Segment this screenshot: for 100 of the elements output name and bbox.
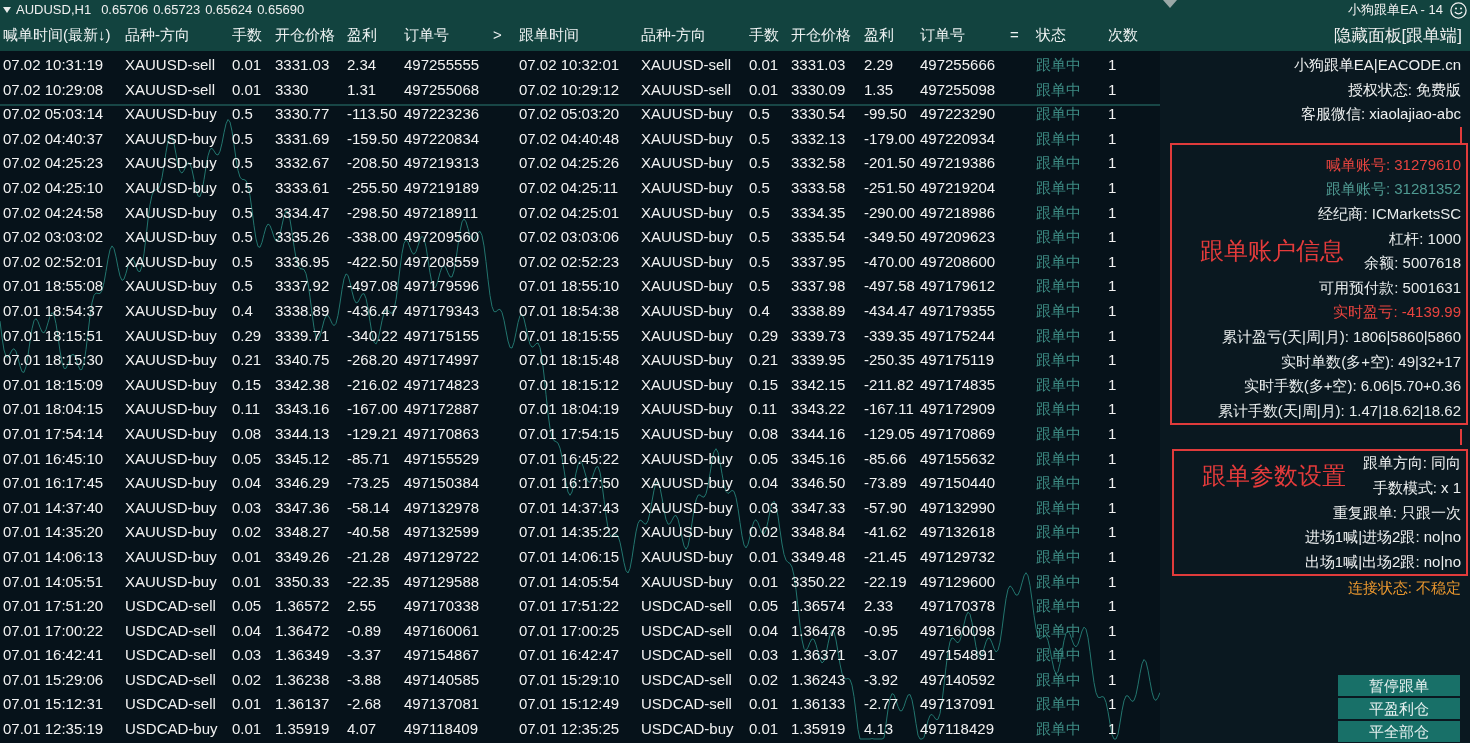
table-cell-text: 跟单中 bbox=[1036, 227, 1082, 248]
table-cell-text: -339.35 bbox=[864, 325, 916, 346]
table-cell-text: -208.50 bbox=[347, 153, 399, 174]
info-text: 跟单账号: 31281352 bbox=[1325, 179, 1461, 200]
table-cell-text: USDCAD-buy bbox=[641, 719, 735, 740]
table-cell-text: 07.02 03:03:06 bbox=[519, 227, 621, 248]
table-cell-text: 497179355 bbox=[920, 301, 997, 321]
table-cell-text: 07.01 14:05:51 bbox=[3, 571, 105, 592]
table-cell-text: 1 bbox=[1108, 423, 1118, 444]
table-cell-text: 跟单中 bbox=[1036, 596, 1082, 617]
table-cell-text: -216.02 bbox=[347, 374, 399, 395]
table-cell-text: 0.08 bbox=[749, 423, 780, 444]
table-cell-text: XAUUSD-buy bbox=[125, 128, 218, 149]
triangle-icon[interactable] bbox=[1163, 0, 1177, 8]
price-value: 0.65723 bbox=[153, 1, 201, 20]
table-cell-text: 1.36243 bbox=[791, 669, 847, 690]
info-text: 授权状态: 免费版 bbox=[1347, 79, 1461, 100]
caret-icon[interactable] bbox=[3, 7, 11, 13]
table-cell-text: XAUUSD-buy bbox=[641, 276, 734, 297]
table-cell-text: -179.00 bbox=[864, 128, 916, 149]
table-cell-text: 497218986 bbox=[920, 202, 997, 223]
table-cell-text: -434.47 bbox=[864, 301, 916, 321]
table-cell-text: 3331.69 bbox=[275, 128, 331, 149]
table-cell-text: -3.88 bbox=[347, 669, 383, 690]
table-cell-text: 0.5 bbox=[232, 251, 254, 272]
table-cell-text: 07.01 18:54:37 bbox=[3, 301, 105, 321]
table-cell-text: 0.05 bbox=[749, 448, 780, 469]
table-cell-text: 07.01 18:15:12 bbox=[519, 374, 621, 395]
column-header: 跟单时间 bbox=[519, 25, 580, 46]
table-cell-text: -349.50 bbox=[864, 227, 916, 248]
chart-symbol: AUDUSD,H1 bbox=[16, 1, 92, 20]
table-cell-text: 07.01 18:15:51 bbox=[3, 325, 105, 346]
table-cell-text: 497170863 bbox=[404, 423, 481, 444]
table-cell-text: 497129588 bbox=[404, 571, 481, 592]
table-cell-text: 07.02 04:25:23 bbox=[3, 153, 105, 174]
table-cell-text: 0.5 bbox=[232, 128, 254, 149]
table-cell-text: XAUUSD-buy bbox=[125, 497, 218, 518]
table-cell-text: XAUUSD-sell bbox=[125, 79, 216, 100]
table-cell-text: 3349.26 bbox=[275, 546, 331, 567]
table-cell-text: -22.19 bbox=[864, 571, 908, 592]
table-cell-text: XAUUSD-buy bbox=[125, 301, 218, 321]
table-cell-text: 0.5 bbox=[232, 202, 254, 223]
table-cell-text: 0.01 bbox=[232, 719, 263, 740]
table-cell-text: XAUUSD-buy bbox=[125, 202, 218, 223]
table-cell-text: 497208600 bbox=[920, 251, 997, 272]
table-cell-text: 07.01 14:06:15 bbox=[519, 546, 621, 567]
table-cell-text: 497140592 bbox=[920, 669, 997, 690]
table-cell-text: -113.50 bbox=[347, 104, 398, 125]
table-cell-text: 0.04 bbox=[232, 620, 263, 641]
table-cell-text: 1 bbox=[1108, 79, 1118, 100]
table-cell-text: 3338.89 bbox=[791, 301, 847, 321]
table-cell-text: XAUUSD-buy bbox=[125, 325, 218, 346]
hide-panel-button[interactable]: 隐藏面板[跟单端] bbox=[1333, 22, 1462, 49]
table-cell-text: 3336.95 bbox=[275, 251, 331, 272]
table-cell-text: 497170378 bbox=[920, 596, 997, 617]
table-cell-text: 497223236 bbox=[404, 104, 481, 125]
table-cell-text: XAUUSD-buy bbox=[641, 325, 734, 346]
table-cell-text: 07.02 03:03:02 bbox=[3, 227, 105, 248]
table-cell-text: 3342.38 bbox=[275, 374, 331, 395]
info-text: 余额: 5007618 bbox=[1364, 253, 1461, 274]
table-cell-text: 0.02 bbox=[749, 669, 780, 690]
table-cell-text: 3350.33 bbox=[275, 571, 331, 592]
table-cell-text: -21.28 bbox=[347, 546, 391, 567]
table-cell-text: 497174997 bbox=[404, 350, 481, 371]
table-cell-text: 0.01 bbox=[749, 571, 780, 592]
table-cell-text: 07.01 18:15:55 bbox=[519, 325, 621, 346]
table-cell-text: -422.50 bbox=[347, 251, 399, 272]
table-cell-text: 07.02 04:40:48 bbox=[519, 128, 621, 149]
table-cell-text: 0.21 bbox=[749, 350, 780, 371]
action-button[interactable]: 暂停跟单 bbox=[1338, 675, 1460, 696]
action-button[interactable]: 平盈利仓 bbox=[1338, 698, 1460, 719]
table-cell-text: 497118429 bbox=[920, 719, 995, 740]
action-button[interactable]: 平全部仓 bbox=[1338, 721, 1460, 742]
table-cell-text: -338.00 bbox=[347, 227, 399, 248]
table-cell-text: 3340.75 bbox=[275, 350, 331, 371]
table-cell-text: 3338.89 bbox=[275, 301, 331, 321]
table-cell-text: -159.50 bbox=[347, 128, 399, 149]
table-cell-text: 497137081 bbox=[404, 694, 481, 715]
table-cell-text: -99.50 bbox=[864, 104, 908, 125]
table-cell-text: 0.03 bbox=[749, 497, 780, 518]
table-cell-text: USDCAD-sell bbox=[125, 645, 217, 666]
table-cell-text: 497160061 bbox=[404, 620, 481, 641]
column-header: 盈利 bbox=[864, 25, 895, 46]
column-header: 手数 bbox=[232, 25, 263, 46]
table-cell-text: XAUUSD-buy bbox=[641, 399, 734, 420]
table-cell-text: 07.01 14:06:13 bbox=[3, 546, 105, 567]
table-cell-text: 07.01 18:15:09 bbox=[3, 374, 105, 395]
info-text: 实时手数(多+空): 6.06|5.70+0.36 bbox=[1243, 376, 1461, 397]
table-cell-text: 07.01 18:15:48 bbox=[519, 350, 621, 371]
table-cell-text: XAUUSD-buy bbox=[125, 374, 218, 395]
info-text: 小狗跟单EA|EACODE.cn bbox=[1293, 55, 1461, 76]
table-cell-text: 0.21 bbox=[232, 350, 263, 371]
table-cell-text: 跟单中 bbox=[1036, 546, 1082, 567]
table-cell-text: 0.04 bbox=[232, 473, 263, 494]
table-cell-text: -129.21 bbox=[347, 423, 399, 444]
table-cell-text: 1 bbox=[1108, 620, 1118, 641]
table-cell-text: 3344.16 bbox=[791, 423, 847, 444]
table-cell-text: 0.15 bbox=[232, 374, 263, 395]
table-cell-text: 0.03 bbox=[749, 645, 780, 666]
table-cell-text: 07.01 18:15:30 bbox=[3, 350, 105, 371]
